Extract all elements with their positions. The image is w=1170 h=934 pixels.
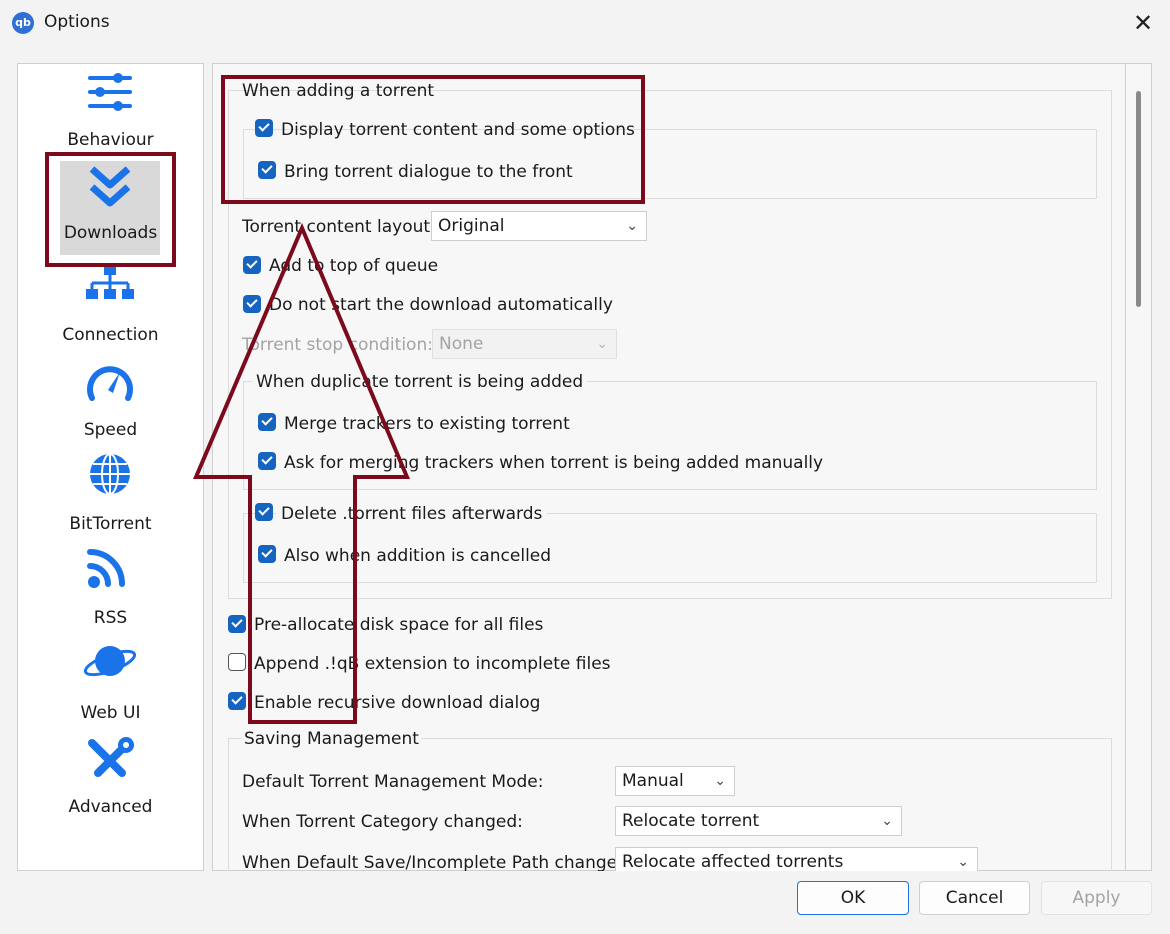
layout-label: Torrent content layout: — [242, 217, 436, 237]
globe-icon — [90, 453, 130, 495]
no-start-checkbox[interactable] — [243, 295, 261, 313]
merge-trackers-checkbox[interactable] — [258, 413, 276, 431]
also-cancel-checkbox[interactable] — [258, 545, 276, 563]
category-changed-select[interactable]: Relocate torrent ⌄ — [615, 806, 902, 836]
planet-icon — [83, 646, 137, 677]
display-content-checkbox[interactable] — [255, 119, 273, 137]
path-changed-value: Relocate affected torrents — [622, 852, 844, 872]
saving-group-title: Saving Management — [242, 729, 421, 749]
tools-icon — [88, 737, 134, 777]
recursive-dialog-label: Enable recursive download dialog — [254, 693, 541, 713]
sidebar-item-web-ui[interactable]: Web UI — [18, 641, 203, 735]
sliders-icon — [88, 73, 132, 111]
sidebar-item-label: BitTorrent — [69, 514, 152, 534]
recursive-dialog-checkbox[interactable] — [228, 692, 246, 710]
speedometer-icon — [87, 366, 133, 401]
prealloc-label: Pre-allocate disk space for all files — [254, 615, 544, 635]
stop-condition-label: Torrent stop condition: — [242, 335, 433, 355]
network-icon — [86, 265, 134, 299]
sidebar-item-behaviour[interactable]: Behaviour — [18, 68, 203, 162]
double-chevron-down-icon — [89, 166, 131, 207]
content-layout-select[interactable]: Original ⌄ — [431, 211, 647, 241]
mode-label: Default Torrent Management Mode: — [242, 772, 544, 792]
ask-merge-label: Ask for merging trackers when torrent is… — [284, 453, 824, 473]
also-cancel-label: Also when addition is cancelled — [284, 546, 552, 566]
duplicate-torrent-group — [243, 381, 1097, 490]
no-start-label: Do not start the download automatically — [269, 295, 613, 315]
add-top-checkbox[interactable] — [243, 256, 261, 274]
ok-button[interactable]: OK — [797, 881, 909, 915]
title-bar: qb Options ✕ — [0, 0, 1170, 48]
management-mode-value: Manual — [622, 771, 684, 791]
stop-condition-select: None ⌄ — [432, 329, 617, 359]
apply-button[interactable]: Apply — [1041, 881, 1152, 915]
sidebar-item-rss[interactable]: RSS — [18, 546, 203, 640]
display-content-label: Display torrent content and some options — [281, 120, 635, 140]
adding-group-title: When adding a torrent — [242, 81, 435, 101]
sidebar-item-label: Connection — [62, 325, 159, 345]
stop-condition-value: None — [439, 334, 484, 354]
sidebar-item-label: RSS — [93, 608, 128, 628]
cancel-button[interactable]: Cancel — [919, 881, 1030, 915]
rss-icon — [87, 549, 125, 588]
sidebar-item-speed[interactable]: Speed — [18, 358, 203, 452]
delete-files-checkbox[interactable] — [255, 503, 273, 521]
sidebar-item-label: Behaviour — [67, 130, 154, 150]
bring-front-label: Bring torrent dialogue to the front — [284, 162, 573, 182]
path-changed-label: When Default Save/Incomplete Path change… — [242, 853, 634, 873]
ask-merge-checkbox[interactable] — [258, 452, 276, 470]
options-sidebar: Behaviour Downloads Connection Speed Bit… — [17, 63, 204, 871]
delete-files-label: Delete .torrent files afterwards — [276, 504, 548, 524]
chevron-down-icon: ⌄ — [714, 773, 726, 789]
add-top-label: Add to top of queue — [269, 256, 439, 276]
scrollbar-thumb[interactable] — [1136, 91, 1141, 307]
merge-trackers-label: Merge trackers to existing torrent — [284, 414, 570, 434]
bring-front-checkbox[interactable] — [258, 161, 276, 179]
append-extension-checkbox[interactable] — [228, 653, 246, 671]
close-icon[interactable]: ✕ — [1130, 10, 1156, 36]
sidebar-item-label: Advanced — [68, 797, 153, 817]
vertical-scrollbar[interactable] — [1126, 63, 1152, 871]
window-title: Options — [44, 12, 110, 32]
sidebar-item-label: Web UI — [80, 703, 141, 723]
category-changed-value: Relocate torrent — [622, 811, 760, 831]
sidebar-item-bittorrent[interactable]: BitTorrent — [18, 452, 203, 546]
qbittorrent-logo-icon: qb — [12, 12, 34, 34]
chevron-down-icon: ⌄ — [881, 813, 893, 829]
prealloc-checkbox[interactable] — [228, 615, 246, 633]
management-mode-select[interactable]: Manual ⌄ — [615, 766, 735, 796]
content-layout-value: Original — [438, 216, 505, 236]
sidebar-item-downloads[interactable]: Downloads — [18, 161, 203, 255]
sidebar-item-connection[interactable]: Connection — [18, 263, 203, 357]
chevron-down-icon: ⌄ — [596, 336, 608, 352]
sidebar-item-advanced[interactable]: Advanced — [18, 735, 203, 829]
duplicate-group-title: When duplicate torrent is being added — [252, 372, 588, 392]
category-changed-label: When Torrent Category changed: — [242, 812, 523, 832]
sidebar-item-label: Downloads — [63, 223, 158, 243]
sidebar-item-label: Speed — [83, 420, 138, 440]
chevron-down-icon: ⌄ — [626, 218, 638, 234]
append-extension-label: Append .!qB extension to incomplete file… — [254, 654, 611, 674]
